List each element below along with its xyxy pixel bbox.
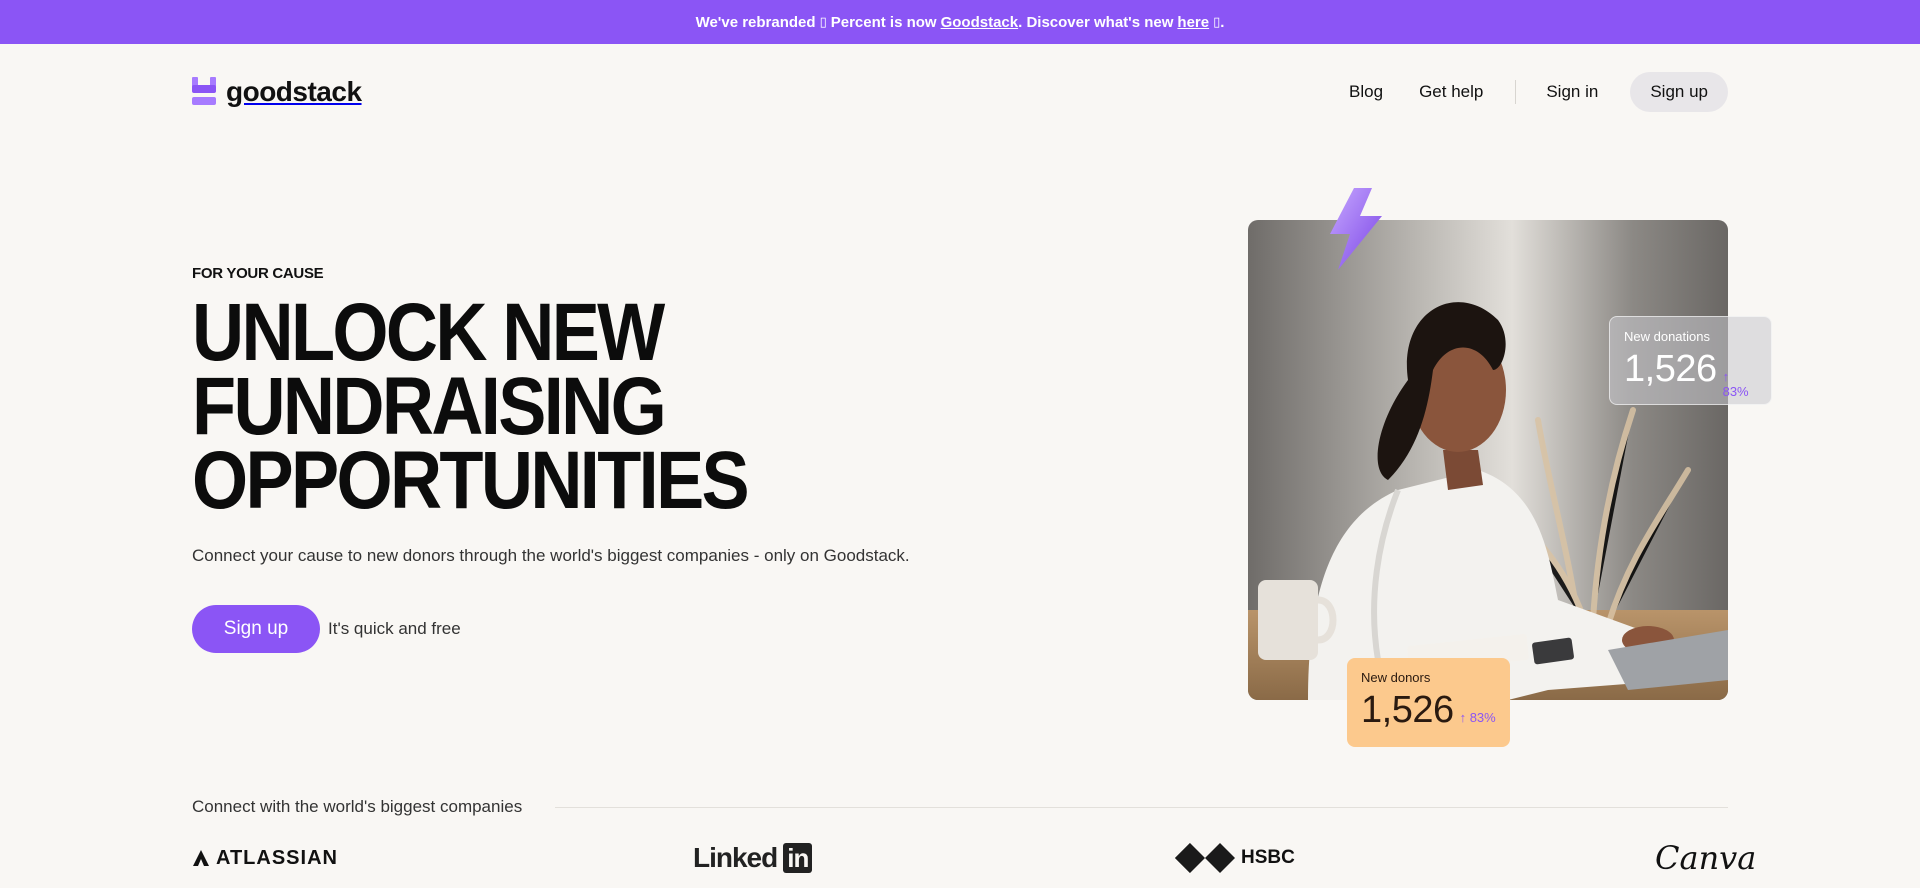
hero-photo: [1248, 220, 1728, 700]
headline-line-3: OPPORTUNITIES: [192, 435, 750, 526]
logo-wordmark: goodstack: [226, 76, 362, 107]
partners-heading: Connect with the world's biggest compani…: [192, 797, 523, 816]
goodstack-logo[interactable]: goodstack: [192, 76, 362, 108]
atlassian-wordmark: ATLASSIAN: [216, 846, 338, 869]
announcement-banner: We've rebranded ▯ Percent is now Goodsta…: [0, 0, 1920, 44]
headline-line-2: FUNDRAISING: [192, 361, 667, 452]
new-donations-card: New donations 1,526 ↑ 83%: [1609, 316, 1772, 405]
signin-link[interactable]: Sign in: [1546, 82, 1598, 102]
canva-logo: Canva: [1655, 838, 1756, 878]
cta-note: It's quick and free: [328, 619, 461, 638]
hsbc-hexagon-icon: [1175, 843, 1235, 873]
atlassian-logo: ATLASSIAN: [192, 838, 338, 878]
hero-signup-button[interactable]: Sign up: [192, 605, 320, 653]
nav-help-link[interactable]: Get help: [1419, 82, 1483, 102]
banner-text: We've rebranded: [695, 13, 816, 31]
banner-text-after: . Discover what's new: [1018, 13, 1174, 31]
partners-divider: [555, 807, 1728, 808]
hero-headline: UNLOCK NEW FUNDRAISING OPPORTUNITIES: [192, 287, 750, 526]
hsbc-wordmark: HSBC: [1241, 847, 1295, 868]
new-donors-card: New donors 1,526 ↑ 83%: [1347, 658, 1510, 747]
card-label: New donations: [1624, 329, 1710, 344]
lightning-icon: [1330, 188, 1382, 270]
goodstack-logo-icon: [192, 77, 216, 107]
banner-brand-link[interactable]: Goodstack: [941, 14, 1019, 31]
arrow-icon: ▯: [1213, 14, 1221, 29]
card-value: 1,526: [1624, 348, 1717, 390]
card-value: 1,526: [1361, 689, 1454, 731]
canva-wordmark: Canva: [1655, 839, 1757, 877]
nav-signup-button[interactable]: Sign up: [1630, 72, 1728, 112]
card-label: New donors: [1361, 670, 1431, 685]
banner-here-link[interactable]: here: [1177, 14, 1209, 31]
linkedin-wordmark: Linked: [693, 842, 778, 873]
hsbc-logo: HSBC: [1175, 838, 1295, 878]
nav-divider: [1515, 80, 1517, 104]
linkedin-logo: Linked in: [693, 838, 813, 878]
headline-line-1: UNLOCK NEW: [192, 287, 665, 378]
card-delta: ↑ 83%: [1459, 710, 1496, 725]
hero-eyebrow: FOR YOUR CAUSE: [192, 265, 324, 282]
linkedin-in-badge: in: [783, 843, 813, 873]
atlassian-icon: [193, 850, 209, 866]
celebration-icon: ▯: [819, 14, 827, 29]
nav-blog-link[interactable]: Blog: [1349, 82, 1383, 102]
top-nav: Blog Get help Sign in Sign up: [1349, 72, 1728, 112]
hero-subtext: Connect your cause to new donors through…: [192, 546, 910, 565]
card-delta: ↑ 83%: [1722, 369, 1749, 399]
banner-text-middle: Percent is now: [830, 13, 937, 31]
banner-end: .: [1220, 13, 1225, 31]
